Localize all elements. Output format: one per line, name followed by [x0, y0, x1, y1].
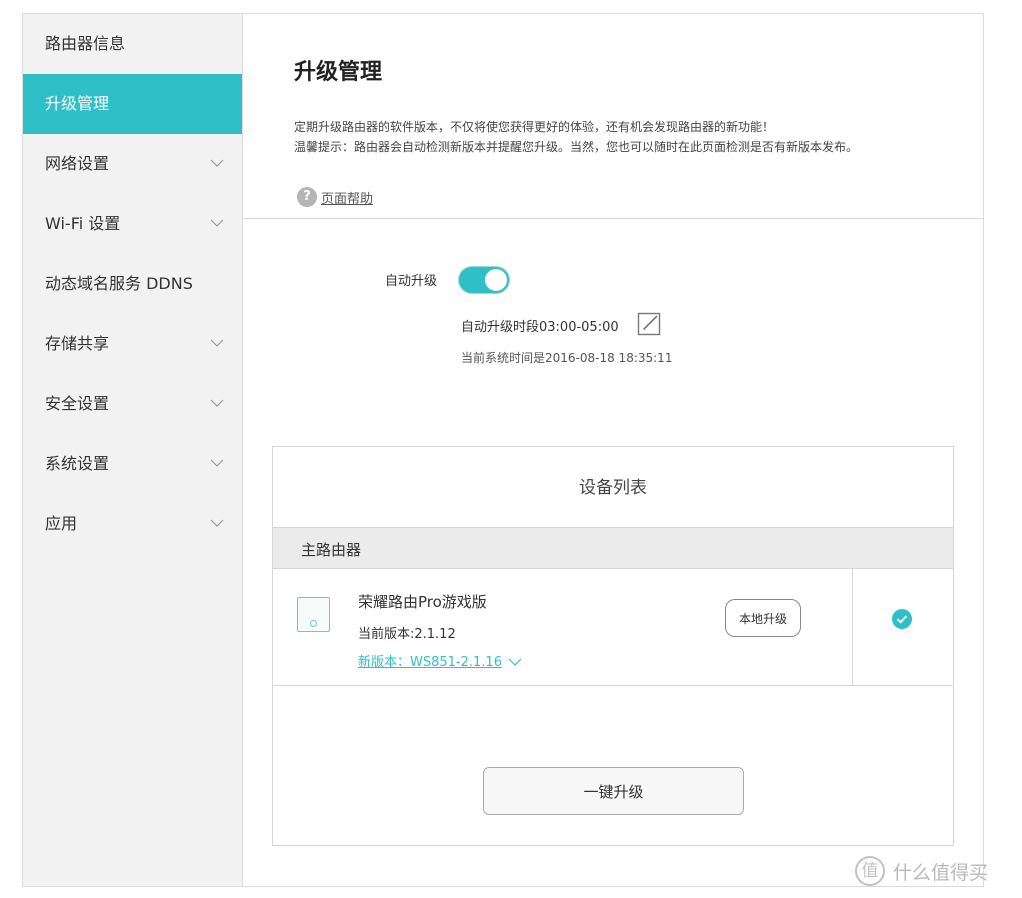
sidebar-item-upgrade-management[interactable]: 升级管理 [23, 74, 242, 134]
page-title: 升级管理 [294, 60, 383, 85]
sidebar-item-label: 网络设置 [45, 154, 110, 173]
sidebar-item-label: 系统设置 [45, 454, 110, 473]
page-help-link[interactable]: ? 页面帮助 [297, 187, 373, 207]
chevron-down-icon [210, 456, 224, 470]
new-version-link[interactable]: 新版本：WS851-2.1.16 [358, 651, 522, 670]
sidebar-item-network-settings[interactable]: 网络设置 [23, 134, 242, 194]
chevron-down-icon [210, 396, 224, 410]
chevron-down-icon [508, 654, 522, 668]
chevron-down-icon [210, 336, 224, 350]
sidebar-item-label: 路由器信息 [45, 34, 126, 53]
sidebar-item-storage-sharing[interactable]: 存储共享 [23, 314, 242, 374]
device-name: 荣耀路由Pro游戏版 [358, 593, 487, 611]
router-led-dot [310, 620, 317, 627]
group-label: 主路由器 [301, 541, 362, 559]
sidebar-item-ddns[interactable]: 动态域名服务 DDNS [23, 254, 242, 314]
auto-upgrade-period: 自动升级时段03:00-05:00 [461, 320, 619, 335]
page-help-label: 页面帮助 [321, 191, 374, 207]
device-list-title: 设备列表 [579, 478, 647, 498]
auto-upgrade-toggle[interactable] [458, 266, 510, 294]
auto-upgrade-label: 自动升级 [385, 274, 438, 289]
local-upgrade-button[interactable]: 本地升级 [725, 599, 801, 637]
chevron-down-icon [210, 516, 224, 530]
check-circle-icon[interactable] [892, 609, 912, 629]
sidebar-item-label: 升级管理 [45, 94, 110, 113]
watermark-text: 什么值得买 [893, 861, 989, 884]
system-time: 当前系统时间是2016-08-18 18:35:11 [461, 351, 673, 365]
sidebar-item-security-settings[interactable]: 安全设置 [23, 374, 242, 434]
sidebar-item-label: 动态域名服务 DDNS [45, 274, 193, 293]
help-icon: ? [297, 187, 317, 207]
one-key-upgrade-button[interactable]: 一键升级 [483, 767, 744, 815]
router-device-icon [297, 597, 330, 632]
new-version-label: 新版本：WS851-2.1.16 [358, 655, 502, 670]
sidebar-item-label: 应用 [45, 514, 78, 533]
chevron-down-icon [210, 156, 224, 170]
sidebar-item-router-info[interactable]: 路由器信息 [23, 14, 242, 74]
sidebar-item-wifi-settings[interactable]: Wi-Fi 设置 [23, 194, 242, 254]
main-content: 升级管理 定期升级路由器的软件版本，不仅将使您获得更好的体验，还有机会发现路由器… [244, 14, 983, 886]
device-list-panel: 设备列表 主路由器 荣耀路由Pro游戏版 当前版本:2.1.12 新版本：WS8… [272, 446, 954, 846]
column-divider [852, 569, 853, 685]
device-row: 荣耀路由Pro游戏版 当前版本:2.1.12 新版本：WS851-2.1.16 … [273, 569, 953, 686]
current-version: 当前版本:2.1.12 [358, 627, 456, 642]
router-admin-window: 路由器信息 升级管理 网络设置 Wi-Fi 设置 动态域名服务 DDNS 存储共… [22, 13, 984, 887]
sidebar-item-label: 安全设置 [45, 394, 110, 413]
watermark: 值 什么值得买 [855, 856, 988, 886]
group-header: 主路由器 [273, 527, 953, 569]
divider [244, 218, 983, 219]
sidebar: 路由器信息 升级管理 网络设置 Wi-Fi 设置 动态域名服务 DDNS 存储共… [23, 14, 243, 886]
chevron-down-icon [210, 216, 224, 230]
description-text: 定期升级路由器的软件版本，不仅将使您获得更好的体验，还有机会发现路由器的新功能！ [294, 120, 775, 134]
edit-icon[interactable] [637, 312, 661, 336]
tip-text: 温馨提示：路由器会自动检测新版本并提醒您升级。当然，您也可以随时在此页面检测是否… [294, 140, 859, 154]
sidebar-item-label: 存储共享 [45, 334, 110, 353]
watermark-logo-icon: 值 [855, 856, 885, 886]
sidebar-item-system-settings[interactable]: 系统设置 [23, 434, 242, 494]
sidebar-item-label: Wi-Fi 设置 [45, 214, 121, 233]
sidebar-item-apps[interactable]: 应用 [23, 494, 242, 554]
toggle-knob [485, 269, 507, 291]
